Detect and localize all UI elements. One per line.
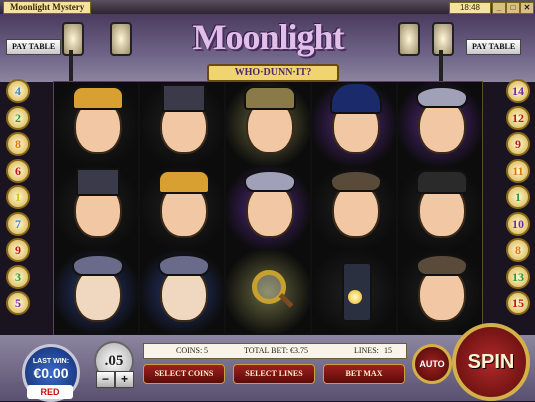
payline-badge[interactable]: 3 bbox=[6, 264, 30, 289]
symbol-mustache-man bbox=[312, 166, 396, 250]
character-hat bbox=[158, 170, 210, 194]
character-hat bbox=[416, 86, 468, 108]
payline-badge[interactable]: 8 bbox=[506, 238, 530, 262]
payline-badge[interactable]: 14 bbox=[506, 79, 530, 103]
symbol-detective bbox=[226, 82, 310, 166]
payline-badge[interactable]: 13 bbox=[506, 264, 530, 289]
character-hat bbox=[244, 170, 296, 192]
character-hat bbox=[416, 170, 468, 194]
game-subtitle: WHO·DUNN·IT? bbox=[207, 64, 339, 82]
payline-badge[interactable]: 9 bbox=[506, 132, 530, 156]
brand-logo: RED bbox=[27, 385, 73, 399]
symbol-tophat-man bbox=[140, 82, 224, 166]
character-hat bbox=[416, 254, 468, 276]
total-bet-value: €3.75 bbox=[290, 346, 308, 355]
reel bbox=[140, 82, 224, 335]
header: Moonlight Mystery WHO·DUNN·IT? PAY TABLE… bbox=[0, 14, 535, 99]
spin-button[interactable]: SPIN bbox=[452, 323, 530, 401]
character-hat bbox=[72, 86, 124, 110]
symbol-lady-blonde bbox=[140, 166, 224, 250]
paytable-button-left[interactable]: PAY TABLE bbox=[6, 39, 62, 55]
payline-badge[interactable]: 15 bbox=[506, 291, 530, 315]
last-win-value: €0.00 bbox=[33, 365, 69, 381]
payline-badge[interactable]: 2 bbox=[6, 105, 30, 130]
symbol-magnifying-glass bbox=[226, 250, 310, 334]
payline-badge[interactable]: 9 bbox=[6, 238, 30, 262]
select-coins-button[interactable]: SELECT COINS bbox=[143, 364, 225, 384]
reel bbox=[398, 82, 482, 335]
control-panel: LAST WIN: €0.00 RED .05 − + COINS: 5 TOT… bbox=[0, 323, 535, 402]
total-bet-label: TOTAL BET: bbox=[244, 346, 289, 355]
symbol-old-lady bbox=[398, 82, 482, 166]
symbol-lady-blonde bbox=[54, 82, 138, 166]
lines-label: LINES: bbox=[354, 346, 379, 355]
symbol-policeman bbox=[312, 82, 396, 166]
payline-badge[interactable]: 10 bbox=[506, 211, 530, 236]
reel bbox=[54, 82, 138, 335]
coins-value: 5 bbox=[204, 346, 208, 355]
character-hat bbox=[162, 84, 206, 112]
character-hat bbox=[330, 82, 382, 114]
character-hat bbox=[72, 254, 124, 276]
payline-badge[interactable]: 1 bbox=[506, 185, 530, 209]
bet-info-bar: COINS: 5 TOTAL BET: €3.75 LINES: 15 bbox=[143, 343, 407, 359]
lines-value: 15 bbox=[384, 346, 392, 355]
reel-grid bbox=[53, 81, 483, 336]
lamp-post bbox=[439, 50, 443, 84]
lantern-light bbox=[348, 290, 362, 304]
paytable-button-right[interactable]: PAY TABLE bbox=[466, 39, 522, 55]
reel bbox=[226, 82, 310, 335]
street-lamp-icon bbox=[432, 22, 454, 56]
payline-badge[interactable]: 1 bbox=[6, 185, 30, 209]
character-hat bbox=[330, 170, 382, 192]
character-hat bbox=[76, 168, 120, 196]
glass-handle bbox=[278, 293, 294, 308]
symbol-mustache-man bbox=[398, 250, 482, 334]
minimize-button[interactable]: _ bbox=[492, 2, 506, 14]
clock: 18:48 bbox=[449, 2, 491, 14]
payline-badge[interactable]: 7 bbox=[6, 211, 30, 236]
coins-label: COINS: bbox=[176, 346, 203, 355]
window-title: Moonlight Mystery bbox=[3, 1, 92, 14]
payline-badge[interactable]: 4 bbox=[6, 79, 30, 103]
select-lines-button[interactable]: SELECT LINES bbox=[233, 364, 315, 384]
payline-badge[interactable]: 12 bbox=[506, 105, 530, 130]
coin-decrease-button[interactable]: − bbox=[96, 371, 115, 388]
symbol-lantern bbox=[312, 250, 396, 334]
symbol-butler bbox=[140, 250, 224, 334]
street-lamp-icon bbox=[398, 22, 420, 56]
character-hat bbox=[244, 86, 296, 110]
payline-badge[interactable]: 8 bbox=[6, 132, 30, 156]
character-hat bbox=[158, 254, 210, 276]
symbol-bowler-man bbox=[398, 166, 482, 250]
symbol-old-lady bbox=[226, 166, 310, 250]
payline-badge[interactable]: 6 bbox=[6, 158, 30, 183]
auto-button[interactable]: AUTO bbox=[412, 344, 452, 384]
maximize-button[interactable]: □ bbox=[506, 2, 520, 14]
close-button[interactable]: ✕ bbox=[520, 2, 534, 14]
symbol-tophat-man bbox=[54, 166, 138, 250]
coin-increase-button[interactable]: + bbox=[115, 371, 134, 388]
symbol-butler bbox=[54, 250, 138, 334]
reel bbox=[312, 82, 396, 335]
street-lamp-icon bbox=[62, 22, 84, 56]
last-win-label: LAST WIN: bbox=[32, 358, 70, 365]
title-bar: Moonlight Mystery 18:48 _ □ ✕ bbox=[0, 0, 535, 15]
bet-max-button[interactable]: BET MAX bbox=[323, 364, 405, 384]
lamp-post bbox=[69, 50, 73, 84]
payline-badge[interactable]: 5 bbox=[6, 291, 30, 315]
payline-badge[interactable]: 11 bbox=[506, 158, 530, 183]
street-lamp-icon bbox=[110, 22, 132, 56]
